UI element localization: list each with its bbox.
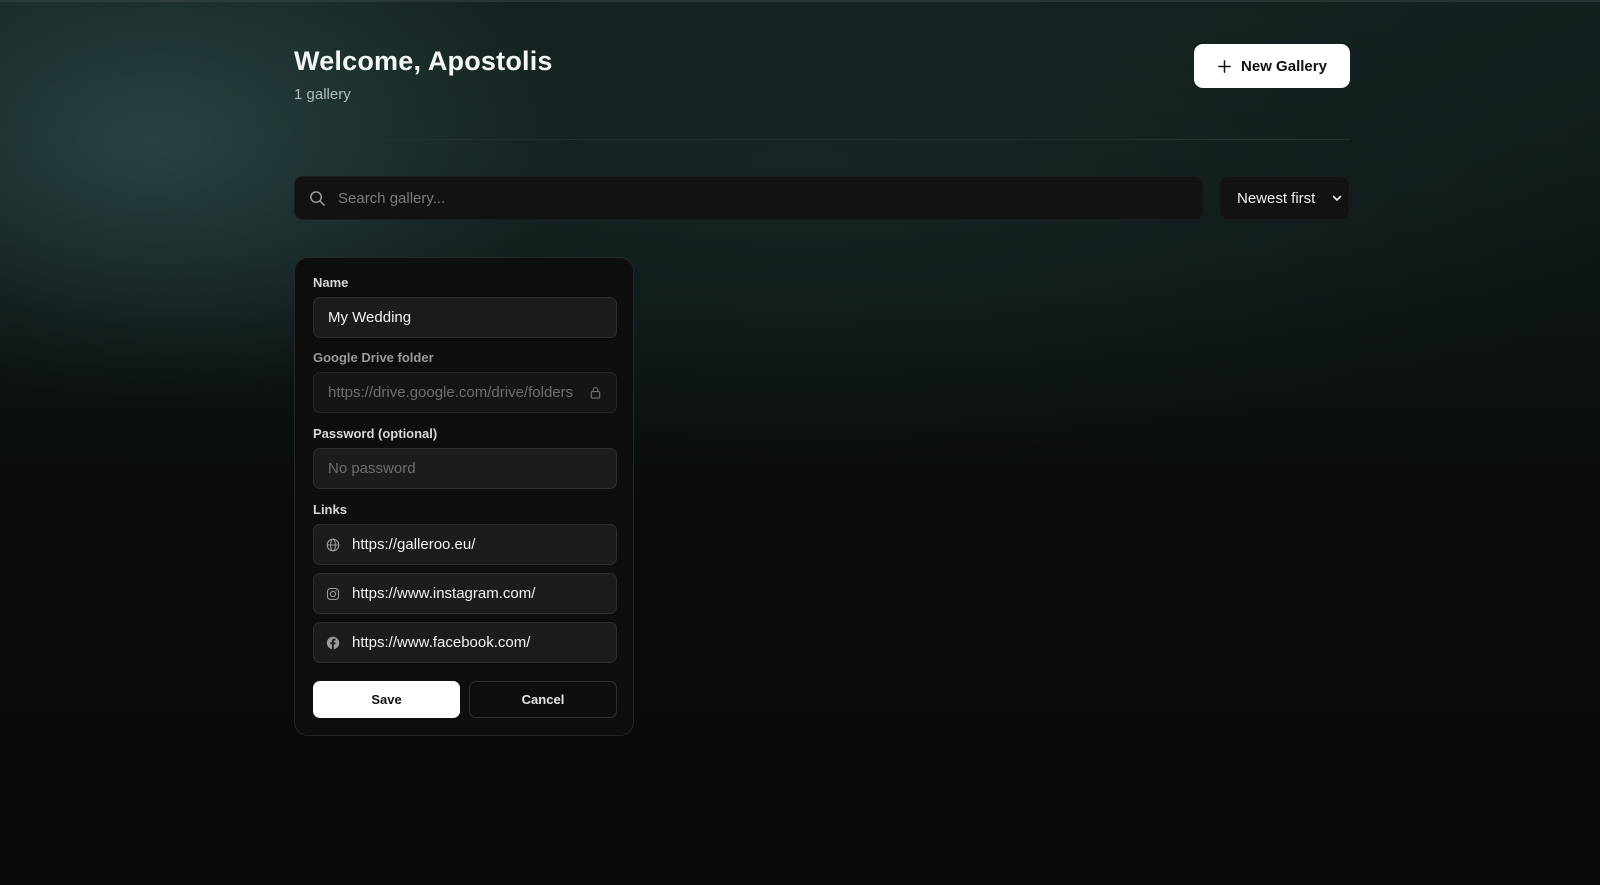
drive-folder-label: Google Drive folder — [313, 350, 434, 365]
name-label: Name — [313, 275, 349, 290]
sort-selected-value: Newest first — [1237, 189, 1316, 207]
new-gallery-label: New Gallery — [1241, 57, 1327, 75]
password-placeholder: No password — [328, 460, 416, 477]
search-icon — [310, 190, 325, 206]
chevron-down-icon — [1332, 195, 1342, 201]
facebook-icon — [326, 636, 340, 649]
lock-icon — [590, 386, 601, 399]
gallery-count: 1 gallery — [294, 86, 351, 103]
link-field-instagram[interactable]: https://www.instagram.com/ — [313, 573, 617, 614]
plus-icon — [1218, 59, 1231, 73]
sort-select[interactable]: Newest first — [1219, 176, 1350, 220]
links-label: Links — [313, 502, 347, 517]
link-field-website[interactable]: https://galleroo.eu/ — [313, 524, 617, 565]
password-label: Password (optional) — [313, 426, 438, 441]
password-field[interactable]: No password — [313, 448, 617, 489]
main-container: Welcome, Apostolis 1 gallery New Gallery… — [294, 0, 1350, 885]
save-button[interactable]: Save — [313, 681, 460, 718]
cancel-button[interactable]: Cancel — [469, 681, 617, 718]
link-field-facebook[interactable]: https://www.facebook.com/ — [313, 622, 617, 663]
new-gallery-button[interactable]: New Gallery — [1194, 44, 1350, 88]
search-bar[interactable] — [294, 176, 1204, 220]
name-value: My Wedding — [328, 309, 412, 326]
search-input[interactable] — [338, 177, 1203, 219]
name-field[interactable]: My Wedding — [313, 297, 617, 338]
globe-icon — [326, 538, 340, 551]
link-url-facebook: https://www.facebook.com/ — [352, 634, 531, 651]
drive-folder-field: https://drive.google.com/drive/folders — [313, 372, 617, 413]
instagram-icon — [326, 587, 340, 600]
header-divider — [294, 139, 1350, 140]
page-title: Welcome, Apostolis — [294, 46, 553, 76]
gallery-edit-card: Name My Wedding Google Drive folder http… — [294, 257, 634, 736]
drive-folder-value: https://drive.google.com/drive/folders — [328, 384, 574, 401]
link-url-website: https://galleroo.eu/ — [352, 536, 476, 553]
link-url-instagram: https://www.instagram.com/ — [352, 585, 536, 602]
